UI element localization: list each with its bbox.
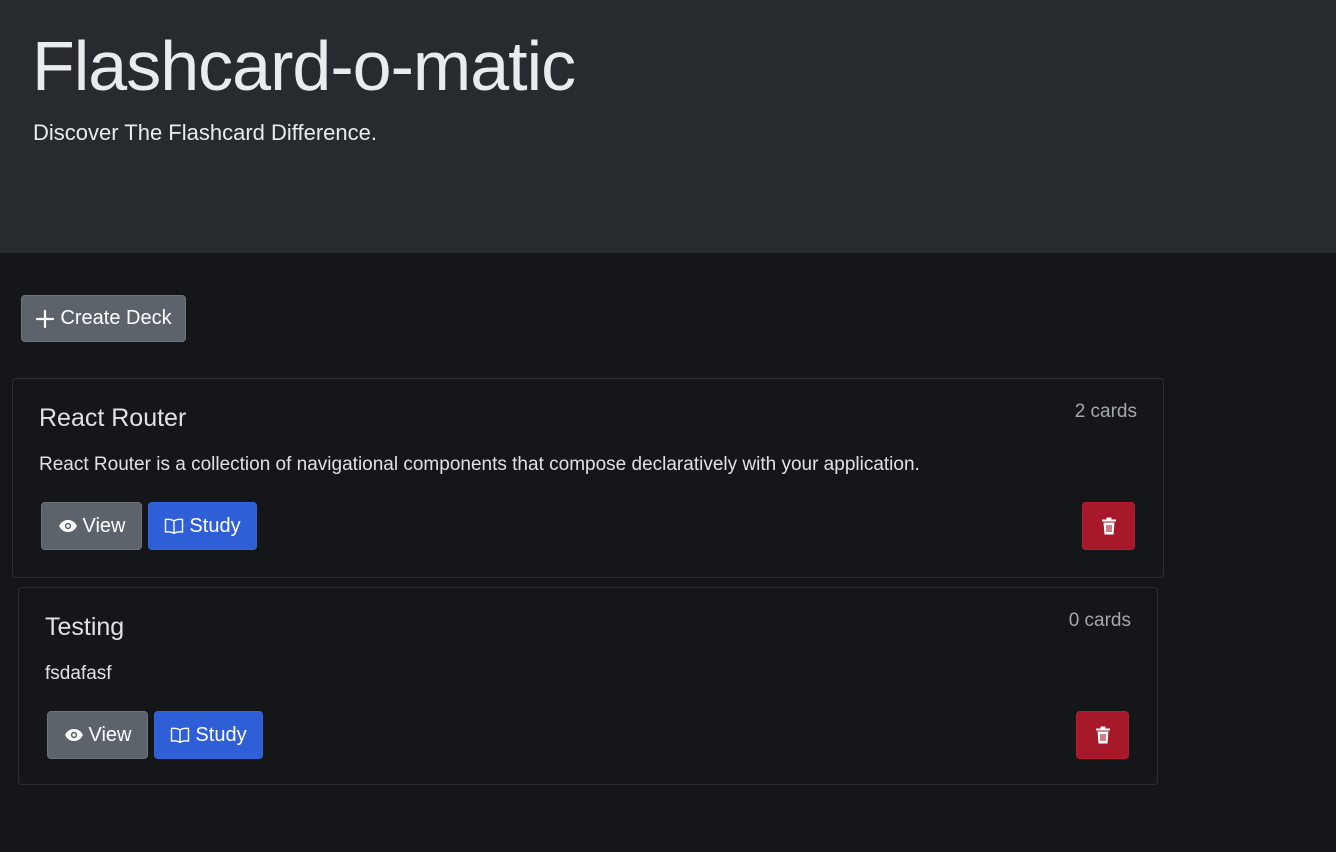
delete-deck-button[interactable] — [1082, 502, 1135, 550]
deck-card: React Router 2 cards React Router is a c… — [12, 378, 1164, 578]
deck-card-count: 0 cards — [1068, 610, 1131, 631]
deck-description: React Router is a collection of navigati… — [39, 454, 920, 475]
deck-description: fsdafasf — [45, 663, 112, 684]
view-label: View — [88, 723, 132, 746]
delete-deck-button[interactable] — [1076, 711, 1129, 759]
trash-icon — [1101, 517, 1117, 535]
deck-card-count: 2 cards — [1074, 401, 1137, 422]
plus-icon — [35, 309, 55, 329]
trash-icon — [1095, 726, 1111, 744]
book-icon — [170, 727, 190, 743]
eye-icon — [58, 519, 78, 533]
study-deck-button[interactable]: Study — [154, 711, 263, 759]
app-title: Flashcard-o-matic — [32, 27, 576, 105]
create-deck-button[interactable]: Create Deck — [21, 295, 186, 342]
app-tagline: Discover The Flashcard Difference. — [33, 120, 377, 145]
deck-card: Testing 0 cards fsdafasf View Study — [18, 587, 1158, 785]
deck-title: React Router — [39, 404, 187, 432]
book-icon — [164, 518, 184, 534]
deck-title: Testing — [45, 613, 125, 641]
view-label: View — [82, 514, 126, 537]
study-deck-button[interactable]: Study — [148, 502, 257, 550]
view-deck-button[interactable]: View — [41, 502, 142, 550]
study-label: Study — [195, 723, 247, 746]
view-deck-button[interactable]: View — [47, 711, 148, 759]
study-label: Study — [189, 514, 241, 537]
create-deck-label: Create Deck — [60, 307, 172, 329]
jumbotron-header: Flashcard-o-matic Discover The Flashcard… — [0, 0, 1336, 253]
eye-icon — [64, 728, 84, 742]
